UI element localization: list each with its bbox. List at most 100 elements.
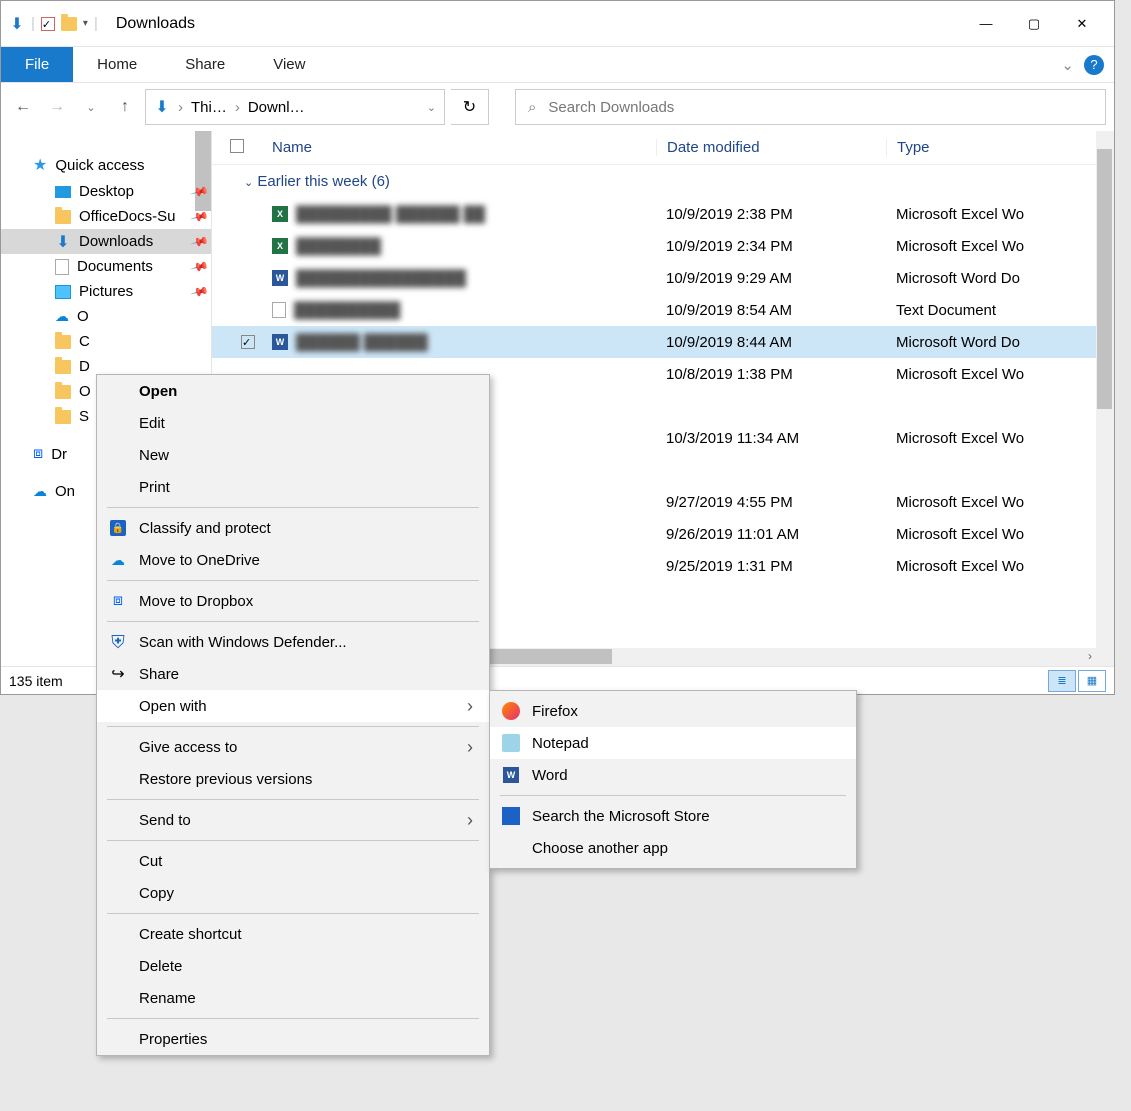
file-row[interactable]: W████████████████10/9/2019 9:29 AMMicros… bbox=[212, 262, 1114, 294]
ctx-edit[interactable]: Edit bbox=[97, 407, 489, 439]
file-date: 9/27/2019 4:55 PM bbox=[656, 494, 886, 511]
ctx-copy[interactable]: Copy bbox=[97, 877, 489, 909]
sidebar-item-desktop[interactable]: Desktop 📌 bbox=[1, 179, 211, 204]
recent-dropdown[interactable]: ⌄ bbox=[77, 93, 105, 121]
ctx-send-to[interactable]: Send to bbox=[97, 804, 489, 836]
address-bar[interactable]: ⬇ › Thi… › Downl… ⌄ bbox=[145, 89, 445, 125]
tab-home[interactable]: Home bbox=[73, 49, 161, 80]
sidebar-item[interactable]: C bbox=[1, 329, 211, 354]
ribbon-expand-icon[interactable]: ⌄ bbox=[1061, 56, 1074, 74]
file-date: 10/9/2019 2:38 PM bbox=[656, 206, 886, 223]
notepad-icon bbox=[502, 734, 520, 752]
forward-button[interactable]: → bbox=[43, 93, 71, 121]
chevron-right-icon[interactable]: › bbox=[235, 99, 240, 116]
file-date: 9/26/2019 11:01 AM bbox=[656, 526, 886, 543]
ctx-rename[interactable]: Rename bbox=[97, 982, 489, 1014]
window-title: Downloads bbox=[116, 15, 195, 33]
details-view-button[interactable]: ≣ bbox=[1048, 670, 1076, 692]
openwith-firefox[interactable]: Firefox bbox=[490, 695, 856, 727]
file-name: ██████ ██████ bbox=[296, 334, 428, 351]
ctx-delete[interactable]: Delete bbox=[97, 950, 489, 982]
ctx-classify[interactable]: 🔒Classify and protect bbox=[97, 512, 489, 544]
group-header[interactable]: ⌄ Earlier this week (6) bbox=[212, 165, 1114, 198]
close-button[interactable]: ✕ bbox=[1058, 2, 1106, 46]
file-date: 10/9/2019 9:29 AM bbox=[656, 270, 886, 287]
dropbox-icon: ⧈ bbox=[113, 592, 123, 610]
maximize-button[interactable]: ▢ bbox=[1010, 2, 1058, 46]
openwith-store[interactable]: Search the Microsoft Store bbox=[490, 800, 856, 832]
address-dropdown-icon[interactable]: ⌄ bbox=[427, 101, 436, 114]
ctx-move-dropbox[interactable]: ⧈Move to Dropbox bbox=[97, 585, 489, 617]
pin-icon: 📌 bbox=[190, 182, 210, 202]
ctx-new[interactable]: New bbox=[97, 439, 489, 471]
sidebar-label: Desktop bbox=[79, 183, 134, 200]
crumb-this-pc[interactable]: Thi… bbox=[191, 99, 227, 116]
file-date: 9/25/2019 1:31 PM bbox=[656, 558, 886, 575]
file-date: 10/3/2019 11:34 AM bbox=[656, 430, 886, 447]
row-checkbox[interactable] bbox=[241, 335, 255, 349]
ctx-print[interactable]: Print bbox=[97, 471, 489, 503]
ctx-open-with[interactable]: Open with bbox=[97, 690, 489, 722]
search-box[interactable]: ⌕ Search Downloads bbox=[515, 89, 1106, 125]
column-type[interactable]: Type bbox=[886, 139, 1114, 156]
ctx-shortcut[interactable]: Create shortcut bbox=[97, 918, 489, 950]
sidebar-item-documents[interactable]: Documents📌 bbox=[1, 254, 211, 279]
ctx-properties[interactable]: Properties bbox=[97, 1023, 489, 1055]
chevron-right-icon[interactable]: › bbox=[178, 99, 183, 116]
openwith-notepad[interactable]: Notepad bbox=[490, 727, 856, 759]
group-header-label: Earlier this week (6) bbox=[257, 173, 390, 190]
refresh-button[interactable]: ↻ bbox=[451, 89, 489, 125]
folder-icon bbox=[55, 385, 71, 399]
sidebar-item-downloads[interactable]: ⬇Downloads📌 bbox=[1, 229, 211, 254]
ctx-move-onedrive[interactable]: ☁Move to OneDrive bbox=[97, 544, 489, 576]
select-all-checkbox[interactable] bbox=[230, 139, 244, 153]
address-icon: ⬇ bbox=[154, 99, 170, 115]
file-type: Microsoft Excel Wo bbox=[886, 494, 1114, 511]
tab-view[interactable]: View bbox=[249, 49, 329, 80]
column-headers: Name Date modified Type bbox=[212, 131, 1114, 165]
thumbnails-view-button[interactable]: ▦ bbox=[1078, 670, 1106, 692]
sidebar-item-officedocs[interactable]: OfficeDocs-Su📌 bbox=[1, 204, 211, 229]
ctx-cut[interactable]: Cut bbox=[97, 845, 489, 877]
column-date[interactable]: Date modified bbox=[656, 139, 886, 156]
ctx-restore[interactable]: Restore previous versions bbox=[97, 763, 489, 795]
file-type: Microsoft Excel Wo bbox=[886, 430, 1114, 447]
ctx-give-access[interactable]: Give access to bbox=[97, 731, 489, 763]
sidebar-label: S bbox=[79, 408, 89, 425]
file-row[interactable]: W██████ ██████10/9/2019 8:44 AMMicrosoft… bbox=[212, 326, 1114, 358]
thumbnails-icon: ▦ bbox=[1087, 674, 1097, 687]
column-name[interactable]: Name bbox=[266, 139, 656, 156]
ctx-defender[interactable]: ⛨Scan with Windows Defender... bbox=[97, 626, 489, 658]
crumb-downloads[interactable]: Downl… bbox=[248, 99, 305, 116]
back-button[interactable]: ← bbox=[9, 93, 37, 121]
file-row[interactable]: X█████████ ██████ ██10/9/2019 2:38 PMMic… bbox=[212, 198, 1114, 230]
ctx-share[interactable]: ↪Share bbox=[97, 658, 489, 690]
ctx-open[interactable]: Open bbox=[97, 375, 489, 407]
file-type: Microsoft Excel Wo bbox=[886, 526, 1114, 543]
share-icon: ↪ bbox=[111, 664, 124, 684]
sidebar-item[interactable]: ☁O bbox=[1, 304, 211, 329]
qat-folder-icon[interactable] bbox=[61, 17, 77, 31]
up-button[interactable]: ↑ bbox=[111, 93, 139, 121]
qat-dropdown-icon[interactable]: ▾ bbox=[83, 18, 88, 29]
scroll-right-arrow[interactable]: › bbox=[1088, 649, 1092, 663]
file-row[interactable]: ██████████10/9/2019 8:54 AMText Document bbox=[212, 294, 1114, 326]
scroll-thumb[interactable] bbox=[1097, 149, 1112, 409]
file-row[interactable]: X████████10/9/2019 2:34 PMMicrosoft Exce… bbox=[212, 230, 1114, 262]
minimize-button[interactable]: — bbox=[962, 2, 1010, 46]
open-with-submenu: Firefox Notepad WWord Search the Microso… bbox=[489, 690, 857, 869]
sidebar-label: D bbox=[79, 358, 90, 375]
sidebar-item-pictures[interactable]: Pictures📌 bbox=[1, 279, 211, 304]
help-button[interactable]: ? bbox=[1084, 55, 1104, 75]
separator bbox=[107, 1018, 479, 1019]
tab-file[interactable]: File bbox=[1, 47, 73, 82]
file-type: Microsoft Word Do bbox=[886, 270, 1114, 287]
quick-access[interactable]: ★Quick access bbox=[1, 151, 211, 179]
pin-icon: 📌 bbox=[190, 257, 210, 277]
openwith-word[interactable]: WWord bbox=[490, 759, 856, 791]
openwith-choose[interactable]: Choose another app bbox=[490, 832, 856, 864]
separator bbox=[107, 726, 479, 727]
tab-share[interactable]: Share bbox=[161, 49, 249, 80]
vertical-scrollbar[interactable] bbox=[1096, 131, 1114, 666]
qat-checkbox-icon[interactable] bbox=[41, 17, 55, 31]
